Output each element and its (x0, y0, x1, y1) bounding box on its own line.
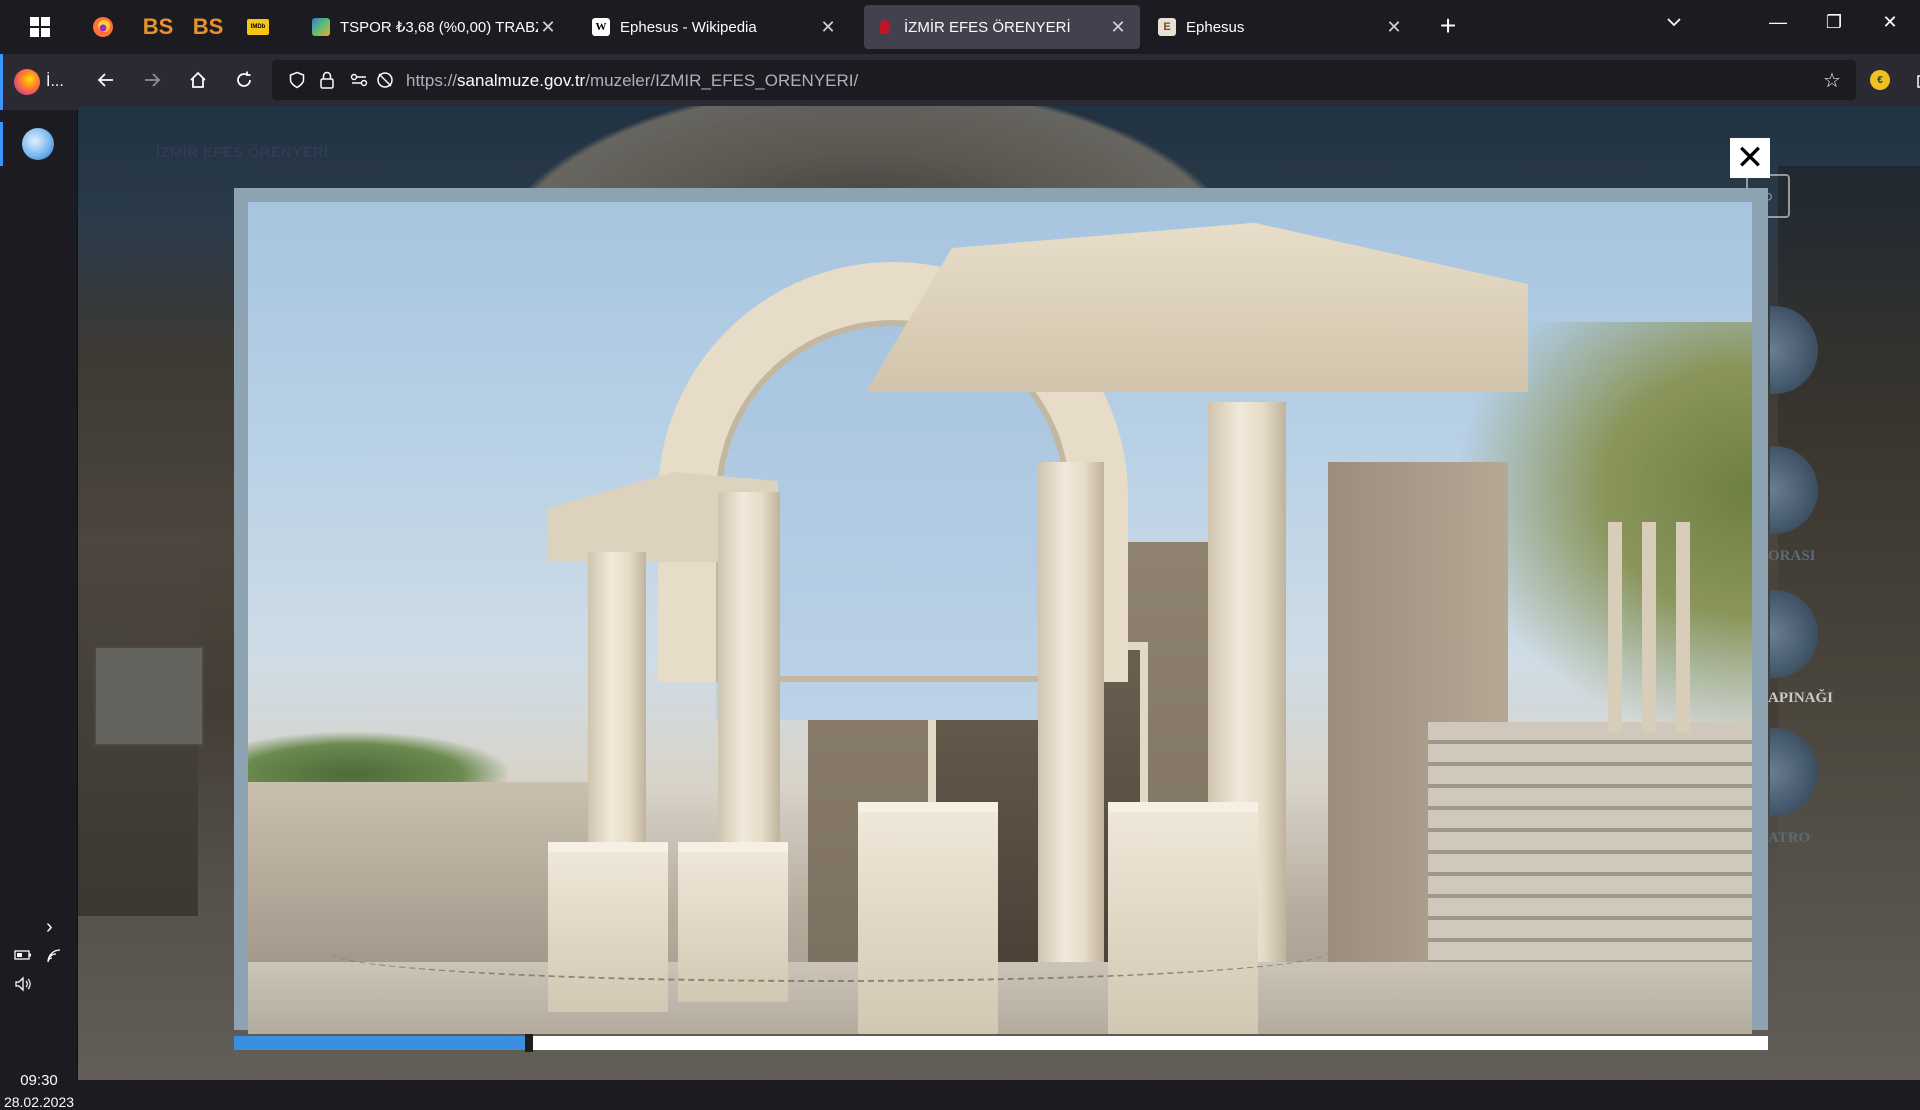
paint-app-icon[interactable] (22, 128, 54, 160)
tray-expand-chevron-icon[interactable]: › (46, 916, 53, 939)
list-all-tabs-chevron-icon[interactable] (1656, 14, 1692, 40)
photo-pedestal (1108, 802, 1258, 1034)
tab-tspor[interactable]: TSPOR ₺3,68 (%0,00) TRABZONSPOR ✕ (300, 5, 570, 49)
photo-distant-columns (1588, 522, 1698, 732)
pinned-tab-bs-1[interactable]: BS (140, 10, 176, 44)
close-tab-icon[interactable]: ✕ (1108, 17, 1128, 37)
tracking-protection-off-icon[interactable] (374, 69, 396, 91)
extensions-puzzle-icon[interactable] (1908, 65, 1920, 95)
photo-pedestal (858, 802, 998, 1034)
tab-title: Ephesus (1186, 18, 1245, 36)
firefox-icon (93, 17, 113, 37)
clock-time[interactable]: 09:30 (0, 1072, 78, 1089)
shield-icon[interactable] (286, 69, 308, 91)
firefox-icon (14, 69, 40, 95)
new-tab-button[interactable]: + (1430, 12, 1466, 42)
reload-icon[interactable] (228, 65, 260, 95)
volume-icon[interactable] (14, 976, 32, 995)
url-host: sanalmuze.gov.tr (457, 71, 586, 90)
location-label[interactable]: APINAĞI (1768, 690, 1833, 707)
close-tab-icon[interactable]: ✕ (1384, 17, 1404, 37)
windows-taskbar: İ... › 09:30 28.02.2023 (0, 54, 78, 1110)
battery-icon[interactable] (14, 948, 32, 965)
location-label[interactable]: ATRO (1768, 830, 1810, 847)
tab-ephesus[interactable]: E Ephesus ✕ (1146, 5, 1416, 49)
restore-window-icon[interactable]: ❐ (1814, 12, 1854, 42)
network-icon[interactable] (46, 948, 62, 967)
museum-favicon-icon (876, 18, 894, 36)
tab-strip: BS BS IMDb TSPOR ₺3,68 (%0,00) TRABZONSP… (0, 0, 1920, 54)
pinned-tab-imdb[interactable]: IMDb (240, 10, 276, 44)
taskbar-firefox-button[interactable]: İ... (0, 54, 78, 110)
active-indicator (0, 54, 3, 110)
tab-ephesus-wikipedia[interactable]: W Ephesus - Wikipedia ✕ (580, 5, 850, 49)
chart-favicon-icon (312, 18, 330, 36)
progress-knob[interactable] (525, 1034, 534, 1052)
permissions-icon[interactable] (348, 69, 370, 91)
tab-izmir-efes[interactable]: İZMİR EFES ÖRENYERİ ✕ (864, 5, 1140, 49)
back-arrow-icon[interactable] (90, 65, 122, 95)
running-indicator (0, 122, 3, 166)
url-text[interactable]: https://sanalmuze.gov.tr/muzeler/IZMIR_E… (406, 71, 858, 91)
temple-of-hadrian-photo[interactable] (248, 202, 1752, 1034)
bs-logo-icon: BS (192, 14, 224, 39)
windows-start-icon[interactable] (20, 12, 60, 42)
location-label[interactable]: ORASI (1768, 548, 1816, 565)
progress-fill (234, 1036, 526, 1050)
taskbar-app-label: İ... (46, 73, 64, 90)
slideshow-progress-bar[interactable] (234, 1034, 1768, 1052)
site-title[interactable]: İZMİR EFES ÖRENYERİ (156, 144, 328, 161)
close-tab-icon[interactable]: ✕ (818, 17, 838, 37)
minimize-window-icon[interactable]: — (1758, 12, 1798, 42)
clock-date[interactable]: 28.02.2023 (0, 1094, 78, 1110)
url-path: /muzeler/IZMIR_EFES_ORENYERI/ (585, 71, 859, 90)
wikipedia-favicon-icon: W (592, 18, 610, 36)
close-lightbox-button[interactable]: ✕ (1730, 138, 1770, 178)
ephesus-favicon-icon: E (1158, 18, 1176, 36)
pinned-tab-firefox[interactable] (85, 10, 121, 44)
web-page-content: İZMİR EFES ÖRENYERİ ORASI APINAĞI ATRO ⌕… (78, 106, 1920, 1080)
forward-arrow-icon[interactable] (136, 65, 168, 95)
pinned-tab-bs-2[interactable]: BS (190, 10, 226, 44)
photo-stairs (1428, 722, 1752, 982)
close-window-icon[interactable]: ✕ (1870, 12, 1910, 42)
coin-extension-icon[interactable]: € (1864, 65, 1896, 95)
lock-icon[interactable] (316, 69, 338, 91)
image-lightbox (234, 188, 1768, 1052)
navigation-toolbar: https://sanalmuze.gov.tr/muzeler/IZMIR_E… (78, 54, 1920, 106)
tab-title: TSPOR ₺3,68 (%0,00) TRABZONSPOR (340, 19, 538, 36)
url-scheme: https:// (406, 71, 458, 90)
home-icon[interactable] (182, 65, 214, 95)
address-bar[interactable]: https://sanalmuze.gov.tr/muzeler/IZMIR_E… (272, 60, 1856, 100)
close-tab-icon[interactable]: ✕ (538, 17, 558, 37)
imdb-logo-icon: IMDb (247, 19, 269, 35)
bookmark-star-icon[interactable]: ☆ (1820, 68, 1844, 92)
tab-title: Ephesus - Wikipedia (620, 18, 757, 36)
tab-title: İZMİR EFES ÖRENYERİ (904, 18, 1071, 36)
photo-chain-barrier (328, 922, 1328, 982)
bs-logo-icon: BS (142, 14, 174, 39)
